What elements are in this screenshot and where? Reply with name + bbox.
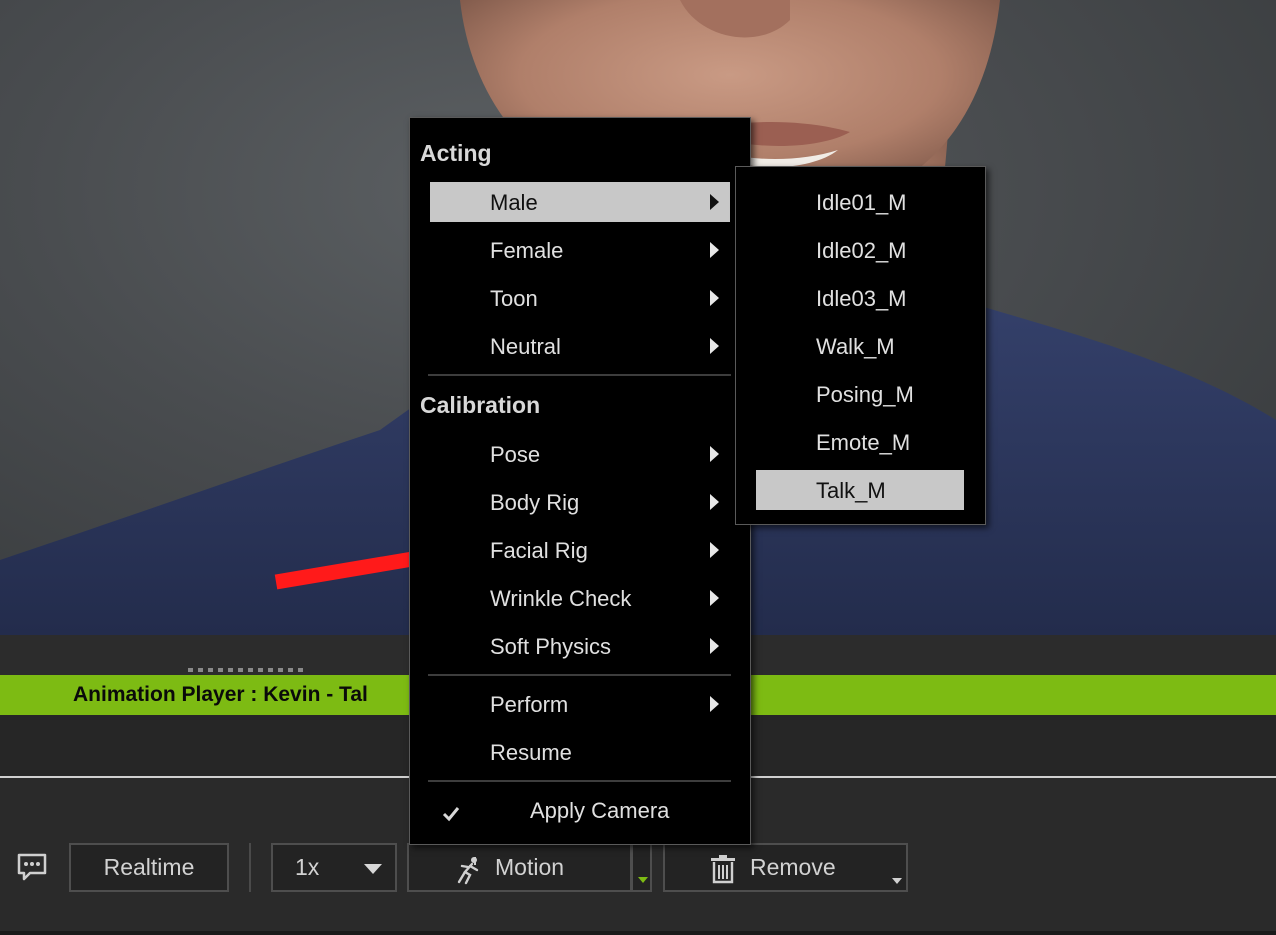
realtime-label: Realtime — [103, 854, 195, 880]
menu-separator — [428, 374, 731, 376]
menu-header-calibration: Calibration — [420, 392, 541, 418]
menu-item-label: Neutral — [490, 334, 561, 359]
menu-item-facial-rig[interactable]: Facial Rig — [430, 530, 730, 570]
menu-item-male[interactable]: Male — [430, 182, 730, 222]
menu-item-pose[interactable]: Pose — [430, 434, 730, 474]
menu-item-label: Apply Camera — [530, 798, 670, 823]
menu-item-label: Soft Physics — [490, 634, 612, 659]
submenu-item-label: Idle03_M — [816, 286, 907, 311]
menu-separator — [428, 674, 731, 676]
menu-item-neutral[interactable]: Neutral — [430, 326, 730, 366]
menu-separator — [428, 780, 731, 782]
submenu-arrow-icon — [710, 446, 719, 462]
menu-item-label: Body Rig — [490, 490, 580, 515]
menu-item-label: Resume — [490, 740, 572, 765]
motion-label: Motion — [495, 854, 565, 880]
remove-button[interactable]: Remove — [663, 843, 908, 892]
submenu-item-label: Idle01_M — [816, 190, 907, 215]
drag-handle-icon[interactable] — [188, 668, 303, 672]
motion-dropdown-button[interactable] — [631, 843, 652, 892]
motion-button[interactable]: Motion — [407, 843, 632, 892]
speed-select[interactable]: 1x — [271, 843, 397, 892]
chevron-down-icon — [364, 864, 382, 874]
menu-item-label: Perform — [490, 692, 569, 717]
submenu-item-talk-m[interactable]: Talk_M — [756, 470, 964, 510]
menu-item-label: Pose — [490, 442, 541, 467]
submenu-item-label: Idle02_M — [816, 238, 907, 263]
menu-item-wrinkle-check[interactable]: Wrinkle Check — [430, 578, 730, 618]
bottom-divider — [0, 931, 1276, 935]
submenu-arrow-icon — [710, 494, 719, 510]
submenu-item-label: Walk_M — [816, 334, 895, 359]
trash-icon — [709, 854, 737, 884]
menu-item-apply-camera[interactable]: Apply Camera — [430, 790, 730, 830]
menu-item-toon[interactable]: Toon — [430, 278, 730, 318]
panel-title: Animation Player : Kevin - Tal — [73, 683, 368, 706]
submenu-arrow-icon — [710, 194, 719, 210]
toolbar-separator — [249, 843, 251, 892]
speed-value: 1x — [295, 854, 320, 880]
caret-down-icon — [638, 877, 648, 883]
menu-item-label: Male — [490, 190, 538, 215]
caret-down-icon — [892, 878, 902, 884]
comment-icon[interactable] — [16, 851, 48, 883]
submenu-arrow-icon — [710, 542, 719, 558]
remove-label: Remove — [750, 854, 836, 880]
submenu-arrow-icon — [710, 338, 719, 354]
submenu-item-idle01-m[interactable]: Idle01_M — [756, 182, 964, 222]
submenu-item-emote-m[interactable]: Emote_M — [756, 422, 964, 462]
menu-item-perform[interactable]: Perform — [430, 684, 730, 724]
submenu-item-posing-m[interactable]: Posing_M — [756, 374, 964, 414]
running-figure-icon — [453, 855, 483, 885]
menu-item-resume[interactable]: Resume — [430, 732, 730, 772]
menu-header-acting: Acting — [420, 140, 492, 166]
submenu-item-label: Talk_M — [816, 478, 886, 503]
submenu-item-label: Emote_M — [816, 430, 911, 455]
submenu-item-idle03-m[interactable]: Idle03_M — [756, 278, 964, 318]
menu-item-soft-physics[interactable]: Soft Physics — [430, 626, 730, 666]
submenu-arrow-icon — [710, 696, 719, 712]
realtime-button[interactable]: Realtime — [69, 843, 229, 892]
menu-item-label: Wrinkle Check — [490, 586, 632, 611]
submenu-arrow-icon — [710, 590, 719, 606]
menu-item-label: Toon — [490, 286, 538, 311]
submenu-item-idle02-m[interactable]: Idle02_M — [756, 230, 964, 270]
submenu-item-walk-m[interactable]: Walk_M — [756, 326, 964, 366]
menu-item-body-rig[interactable]: Body Rig — [430, 482, 730, 522]
checkmark-icon — [442, 802, 460, 822]
menu-item-female[interactable]: Female — [430, 230, 730, 270]
submenu-arrow-icon — [710, 638, 719, 654]
submenu-arrow-icon — [710, 242, 719, 258]
submenu-arrow-icon — [710, 290, 719, 306]
submenu-item-label: Posing_M — [816, 382, 914, 407]
menu-item-label: Facial Rig — [490, 538, 588, 563]
menu-item-label: Female — [490, 238, 564, 263]
